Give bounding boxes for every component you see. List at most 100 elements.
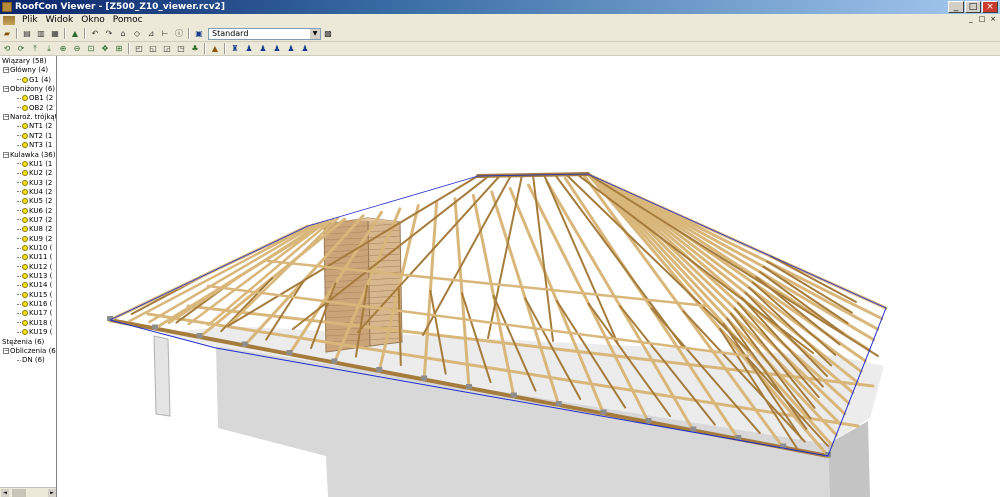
tree-item[interactable]: OB2 (2 <box>17 104 53 113</box>
view-top-icon[interactable]: ◲ <box>161 43 173 55</box>
zoom-out-icon[interactable]: ⊖ <box>71 43 83 55</box>
tree-group[interactable]: −Główny (4) <box>3 66 48 75</box>
tree-item-label: Obliczenia (6 <box>10 346 56 355</box>
tree-group[interactable]: −Naroż. trójkąt <box>3 113 56 122</box>
tree-item-label: KU1 (1 <box>29 159 53 168</box>
truss-type-icon <box>22 263 28 270</box>
view-front-icon[interactable]: ◰ <box>133 43 145 55</box>
tree-item[interactable]: KU13 ( <box>17 272 52 281</box>
tree-item[interactable]: G1 (4) <box>17 76 51 85</box>
tree-item[interactable]: OB1 (2 <box>17 94 53 103</box>
zoom-window-icon[interactable]: ⊡ <box>85 43 97 55</box>
tree-item[interactable]: DN (6) <box>17 356 45 365</box>
tree-item[interactable]: KU3 (2 <box>17 179 52 188</box>
menu-file[interactable]: Plik <box>18 15 42 25</box>
document-icon[interactable] <box>3 15 15 25</box>
open-icon[interactable]: ▰ <box>1 28 13 40</box>
collapse-icon[interactable]: − <box>3 86 9 93</box>
print-icon[interactable]: ▥ <box>35 28 47 40</box>
tree-item[interactable]: KU12 ( <box>17 263 52 272</box>
tree-item[interactable]: KU10 ( <box>17 244 52 253</box>
tree-item[interactable]: KU7 (2 <box>17 216 52 225</box>
mdi-restore-button[interactable]: □ <box>977 15 987 24</box>
tree-item[interactable]: NT1 (2 <box>17 122 52 131</box>
redo-view-icon[interactable]: ↷ <box>103 28 115 40</box>
tree-group[interactable]: −Kulawka (36) <box>3 151 55 160</box>
tree-item-label: KU19 ( <box>29 328 53 337</box>
tree-item[interactable]: KU14 ( <box>17 281 52 290</box>
tree-item[interactable]: KU2 (2 <box>17 169 52 178</box>
light-1-icon[interactable]: ♜ <box>229 43 241 55</box>
save-view-icon[interactable]: ▩ <box>322 28 334 40</box>
select-all-icon[interactable]: ◇ <box>131 28 143 40</box>
print-setup-icon[interactable]: ▦ <box>49 28 61 40</box>
minimize-button[interactable]: _ <box>948 1 964 13</box>
zoom-all-icon[interactable]: ⊞ <box>113 43 125 55</box>
horizontal-scrollbar[interactable]: ◄ ► <box>0 487 56 497</box>
measure-icon[interactable]: ⊿ <box>145 28 157 40</box>
scroll-right-icon[interactable]: ► <box>48 489 56 497</box>
menu-view[interactable]: Widok <box>42 15 78 25</box>
tree-group[interactable]: −Obniżony (6) <box>3 85 55 94</box>
light-4-icon[interactable]: ♟ <box>271 43 283 55</box>
print-preview-icon[interactable]: ▤ <box>21 28 33 40</box>
tree-bracing-root[interactable]: Stężenia (6) <box>2 338 44 347</box>
light-3-icon[interactable]: ♟ <box>257 43 269 55</box>
select-icon[interactable]: ⌂ <box>117 28 129 40</box>
tree-item[interactable]: NT2 (1 <box>17 132 52 141</box>
tree-item[interactable]: KU18 ( <box>17 319 52 328</box>
render-icon[interactable]: ▲ <box>209 43 221 55</box>
light-6-icon[interactable]: ♟ <box>299 43 311 55</box>
tree-item-label: KU2 (2 <box>29 169 53 178</box>
undo-view-icon[interactable]: ↶ <box>89 28 101 40</box>
tree-item[interactable]: KU8 (2 <box>17 225 52 234</box>
rotate-left-icon[interactable]: ⟲ <box>1 43 13 55</box>
collapse-icon[interactable]: − <box>3 67 9 74</box>
info-icon[interactable]: ⓘ <box>173 28 185 40</box>
tree-item[interactable]: NT3 (1 <box>17 141 52 150</box>
collapse-icon[interactable]: − <box>3 114 9 121</box>
light-2-icon[interactable]: ♟ <box>243 43 255 55</box>
collapse-icon[interactable]: − <box>3 151 9 158</box>
scroll-left-icon[interactable]: ◄ <box>1 489 9 497</box>
rotate-right-icon[interactable]: ⟳ <box>15 43 27 55</box>
3d-viewport[interactable] <box>58 56 1000 497</box>
tree-item[interactable]: KU15 ( <box>17 291 52 300</box>
zoom-in-icon[interactable]: ⊕ <box>57 43 69 55</box>
close-button[interactable]: × <box>982 1 998 13</box>
mdi-minimize-button[interactable]: _ <box>966 15 976 24</box>
menu-help[interactable]: Pomoc <box>109 15 147 25</box>
chevron-down-icon[interactable]: ▼ <box>310 28 320 39</box>
light-5-icon[interactable]: ♟ <box>285 43 297 55</box>
mdi-close-button[interactable]: × <box>988 15 998 24</box>
show-bracing-icon[interactable]: ♣ <box>189 43 201 55</box>
tree-item[interactable]: KU6 (2 <box>17 207 52 216</box>
tree-root[interactable]: Wiązary (58) <box>2 57 47 66</box>
tree-item[interactable]: KU16 ( <box>17 300 52 309</box>
truss-tree[interactable]: ◄ ► Wiązary (58) −Główny (4) G1 (4) −Obniżo… <box>0 56 57 497</box>
tree-item-label: KU18 ( <box>29 318 53 327</box>
view-iso-icon[interactable]: ◳ <box>175 43 187 55</box>
maximize-button[interactable]: □ <box>965 1 981 13</box>
tree-item[interactable]: KU5 (2 <box>17 197 52 206</box>
tree-item[interactable]: KU19 ( <box>17 328 52 337</box>
tree-group[interactable]: −Obliczenia (6 <box>3 347 56 356</box>
tree-item[interactable]: KU9 (2 <box>17 235 52 244</box>
tree-item[interactable]: KU1 (1 <box>17 160 52 169</box>
view-select[interactable]: Standard ▼ <box>208 27 321 40</box>
view-settings-icon[interactable]: ▣ <box>193 28 205 40</box>
tree-item[interactable]: KU17 ( <box>17 309 52 318</box>
tree-connector <box>17 312 21 314</box>
dimension-icon[interactable]: ⊢ <box>159 28 171 40</box>
rotate-up-icon[interactable]: ⤒ <box>29 43 41 55</box>
pan-icon[interactable]: ✥ <box>99 43 111 55</box>
tree-item[interactable]: KU11 ( <box>17 253 52 262</box>
roof-model[interactable] <box>58 56 1000 497</box>
trusses-icon[interactable]: ▲ <box>69 28 81 40</box>
scroll-thumb[interactable] <box>12 489 26 497</box>
rotate-down-icon[interactable]: ⤓ <box>43 43 55 55</box>
tree-item[interactable]: KU4 (2 <box>17 188 52 197</box>
collapse-icon[interactable]: − <box>3 347 9 354</box>
menu-window[interactable]: Okno <box>77 15 109 25</box>
view-side-icon[interactable]: ◱ <box>147 43 159 55</box>
